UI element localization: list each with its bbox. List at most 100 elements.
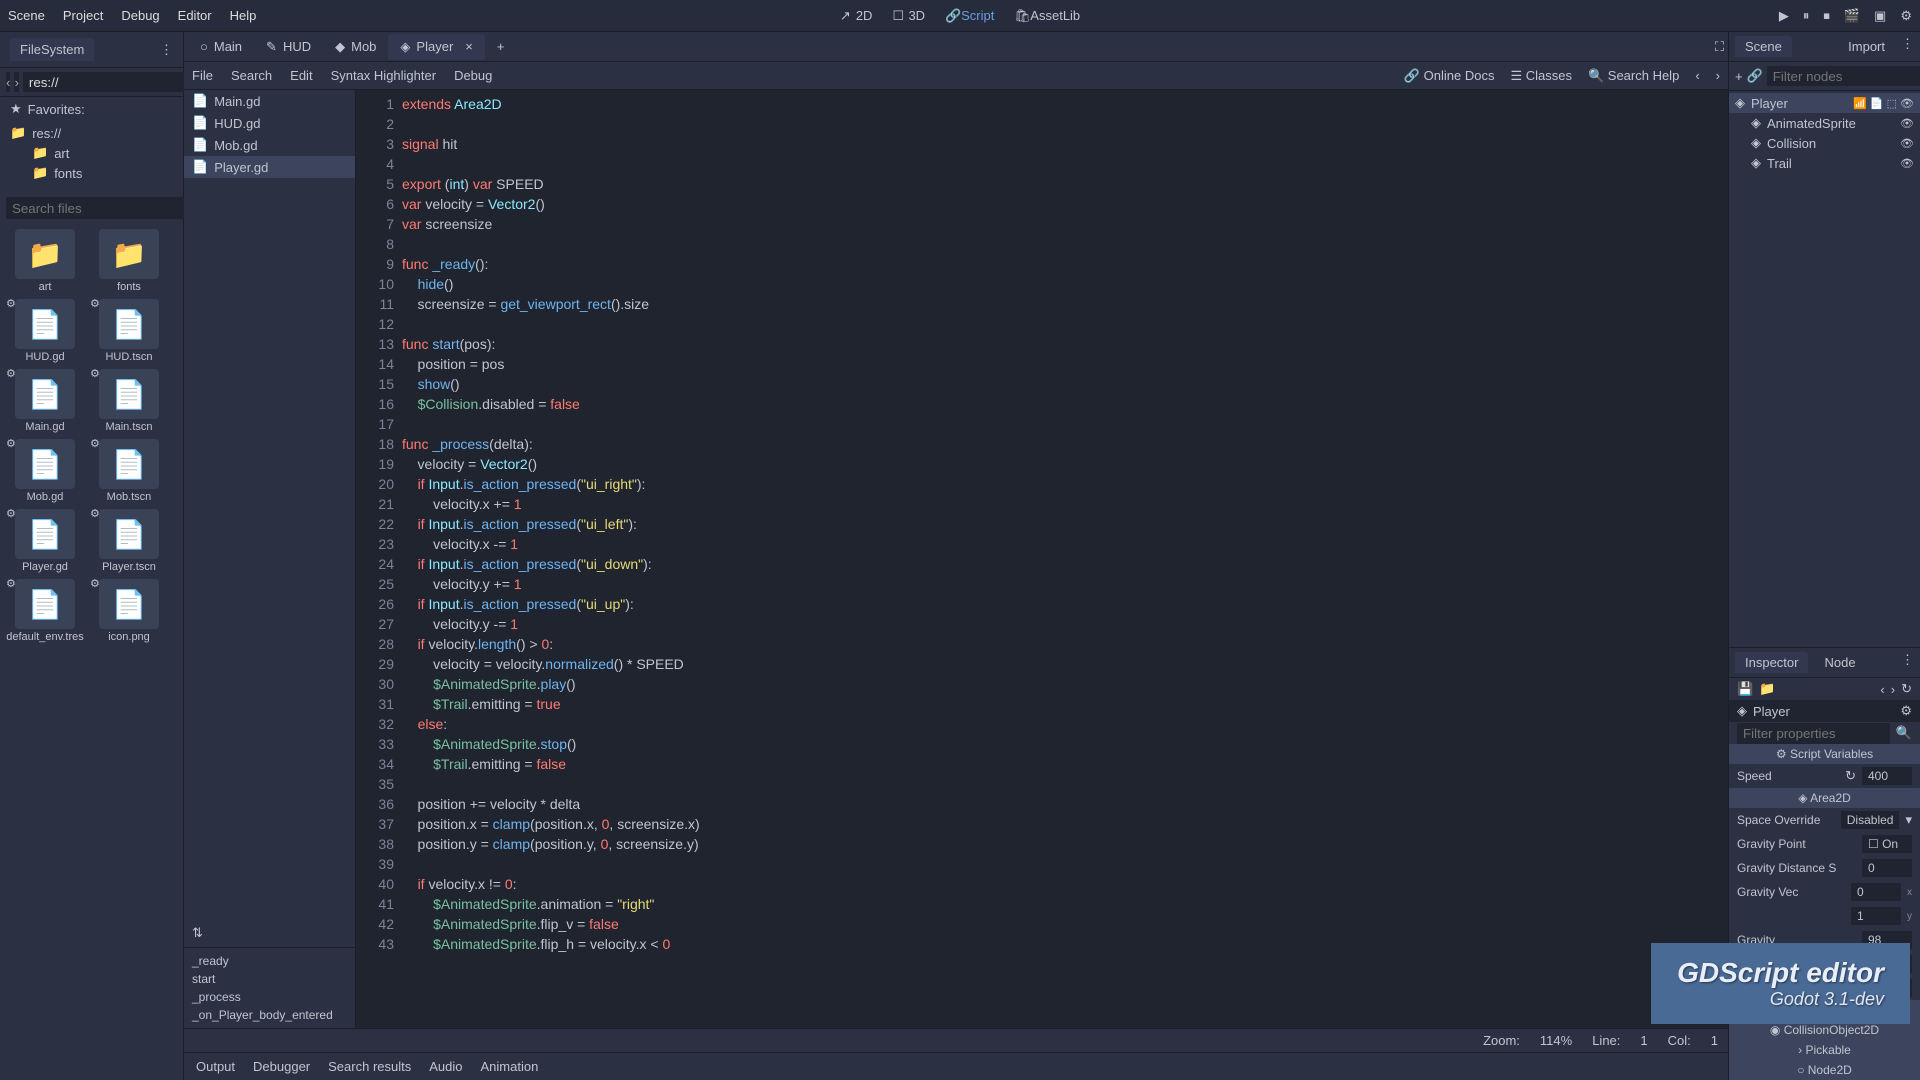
script-list-item[interactable]: 📄Mob.gd xyxy=(184,134,355,156)
scene-node[interactable]: ◈AnimatedSprite👁 xyxy=(1729,113,1920,133)
workspace-tab-assetlib[interactable]: 🛍AssetLib xyxy=(1014,8,1080,24)
workspace-tab-script[interactable]: 🔗Script xyxy=(945,8,994,24)
expand-icon[interactable]: ⛶ xyxy=(1715,39,1724,55)
search-icon[interactable]: 🔍 xyxy=(1896,725,1912,741)
bottom-tab-search-results[interactable]: Search results xyxy=(328,1059,411,1074)
script-list-item[interactable]: 📄Main.gd xyxy=(184,90,355,112)
scene-node[interactable]: ◈Player📶 📄 ⬚ 👁 xyxy=(1729,93,1920,113)
play-control-4[interactable]: ▣ xyxy=(1874,8,1886,24)
menu-debug[interactable]: Debug xyxy=(121,8,159,23)
editor-tabs: ○Main✎HUD◆Mob◈Player×+ ⛶ xyxy=(184,32,1728,62)
scene-node[interactable]: ◈Collision👁 xyxy=(1729,133,1920,153)
submenu-edit[interactable]: Edit xyxy=(290,68,312,83)
inspector-section-header[interactable]: › Pickable xyxy=(1729,1040,1920,1060)
inspector-property[interactable]: Gravity Distance S0 xyxy=(1729,856,1920,880)
inspector-property[interactable]: Gravity Point☐ On xyxy=(1729,832,1920,856)
bottom-tab-debugger[interactable]: Debugger xyxy=(253,1059,310,1074)
link-icon[interactable]: 🔗 xyxy=(1747,68,1763,84)
filter-properties-input[interactable] xyxy=(1737,723,1890,744)
function-list-item[interactable]: _on_Player_body_entered xyxy=(184,1006,355,1024)
file-thumb[interactable]: ⚙📄HUD.gd xyxy=(6,299,84,363)
scene-tab-import[interactable]: Import xyxy=(1838,36,1895,57)
inspector-property[interactable]: Space OverrideDisabled▾ xyxy=(1729,808,1920,832)
inspector-section-header[interactable]: ○ Node2D xyxy=(1729,1060,1920,1080)
new-tab-button[interactable]: + xyxy=(485,34,517,59)
script-list-item[interactable]: 📄HUD.gd xyxy=(184,112,355,134)
play-control-3[interactable]: 🎬 xyxy=(1844,8,1860,24)
file-thumb[interactable]: ⚙📄Player.tscn xyxy=(90,509,168,573)
bottom-tab-animation[interactable]: Animation xyxy=(480,1059,538,1074)
tree-item[interactable]: 📁art xyxy=(4,143,179,163)
top-menu-bar: Scene Project Debug Editor Help ↗2D ☐3D 🔗Scrip… xyxy=(0,0,1920,32)
script-list-item[interactable]: 📄Player.gd xyxy=(184,156,355,178)
bottom-tab-output[interactable]: Output xyxy=(196,1059,235,1074)
filter-nodes-input[interactable] xyxy=(1767,66,1920,86)
tree-item[interactable]: 📁fonts xyxy=(4,163,179,183)
function-list-item[interactable]: start xyxy=(184,970,355,988)
menu-help[interactable]: Help xyxy=(230,8,257,23)
inspector-section-header[interactable]: ⚙ Script Variables xyxy=(1729,744,1920,764)
function-list-item[interactable]: _ready xyxy=(184,952,355,970)
file-thumb[interactable]: ⚙📄default_env.tres xyxy=(6,579,84,643)
editor-tab-hud[interactable]: ✎HUD xyxy=(254,34,323,60)
file-thumb[interactable]: ⚙📄HUD.tscn xyxy=(90,299,168,363)
play-control-1[interactable]: ⏸ xyxy=(1803,8,1810,24)
scene-tab-scene[interactable]: Scene xyxy=(1735,36,1792,57)
file-thumb[interactable]: ⚙📄icon.png xyxy=(90,579,168,643)
nav-back-button[interactable]: ‹ xyxy=(6,72,10,92)
history-icon[interactable]: ↻ xyxy=(1901,681,1912,697)
workspace-tab-2d[interactable]: ↗2D xyxy=(840,8,873,24)
panel-menu-icon[interactable]: ⋮ xyxy=(1901,36,1914,57)
inspector-tab-node[interactable]: Node xyxy=(1814,652,1865,673)
history-fwd-icon[interactable]: › xyxy=(1891,682,1895,697)
editor-tab-main[interactable]: ○Main xyxy=(188,34,254,59)
editor-tab-player[interactable]: ◈Player× xyxy=(388,34,484,60)
inspector-property[interactable]: 1y xyxy=(1729,904,1920,928)
folder-icon[interactable]: 📁 xyxy=(1759,681,1775,697)
submenu-syntax-highlighter[interactable]: Syntax Highlighter xyxy=(331,68,437,83)
file-thumb[interactable]: ⚙📄Player.gd xyxy=(6,509,84,573)
menu-editor[interactable]: Editor xyxy=(178,8,212,23)
scene-node[interactable]: ◈Trail👁 xyxy=(1729,153,1920,173)
settings-icon[interactable]: ⚙ xyxy=(1900,703,1912,719)
code-content[interactable]: extends Area2D signal hit export (int) v… xyxy=(402,90,1728,1028)
panel-menu-icon[interactable]: ⋮ xyxy=(160,42,173,58)
file-thumb[interactable]: ⚙📄Mob.gd xyxy=(6,439,84,503)
inspector-property[interactable]: Speed↻400 xyxy=(1729,764,1920,788)
sort-icon[interactable]: ⇅ xyxy=(184,919,355,947)
submenu-right-item[interactable]: ‹ xyxy=(1695,68,1699,84)
file-thumb[interactable]: ⚙📄Main.tscn xyxy=(90,369,168,433)
inspector-property[interactable]: Gravity Vec0x xyxy=(1729,880,1920,904)
function-list-item[interactable]: _process xyxy=(184,988,355,1006)
bottom-tab-audio[interactable]: Audio xyxy=(429,1059,462,1074)
add-node-icon[interactable]: + xyxy=(1735,69,1743,84)
menu-project[interactable]: Project xyxy=(63,8,103,23)
play-control-0[interactable]: ▶ xyxy=(1779,8,1789,24)
save-icon[interactable]: 💾 xyxy=(1737,681,1753,697)
code-editor[interactable]: 1234567891011121314151617181920212223242… xyxy=(356,90,1728,1028)
submenu-search[interactable]: Search xyxy=(231,68,272,83)
submenu-right-item[interactable]: 🔗 Online Docs xyxy=(1404,68,1495,84)
panel-menu-icon[interactable]: ⋮ xyxy=(1901,652,1914,673)
tree-item[interactable]: 📁res:// xyxy=(4,123,179,143)
inspector-tab-inspector[interactable]: Inspector xyxy=(1735,652,1808,673)
line-gutter: 1234567891011121314151617181920212223242… xyxy=(356,90,402,1028)
file-thumb[interactable]: 📁art xyxy=(6,229,84,293)
file-thumb[interactable]: ⚙📄Mob.tscn xyxy=(90,439,168,503)
file-thumb[interactable]: 📁fonts xyxy=(90,229,168,293)
play-control-5[interactable]: ⚙ xyxy=(1900,8,1912,24)
submenu-right-item[interactable]: › xyxy=(1716,68,1720,84)
play-control-2[interactable]: ⏹ xyxy=(1823,8,1830,24)
file-thumb[interactable]: ⚙📄Main.gd xyxy=(6,369,84,433)
search-files-input[interactable] xyxy=(6,197,195,219)
nav-forward-button[interactable]: › xyxy=(14,72,18,92)
submenu-file[interactable]: File xyxy=(192,68,213,83)
submenu-debug[interactable]: Debug xyxy=(454,68,492,83)
history-back-icon[interactable]: ‹ xyxy=(1880,682,1884,697)
inspector-section-header[interactable]: ◈ Area2D xyxy=(1729,788,1920,808)
submenu-right-item[interactable]: 🔍 Search Help xyxy=(1588,68,1679,84)
submenu-right-item[interactable]: ☰ Classes xyxy=(1510,68,1572,84)
editor-tab-mob[interactable]: ◆Mob xyxy=(323,34,388,60)
workspace-tab-3d[interactable]: ☐3D xyxy=(892,8,925,24)
menu-scene[interactable]: Scene xyxy=(8,8,45,23)
